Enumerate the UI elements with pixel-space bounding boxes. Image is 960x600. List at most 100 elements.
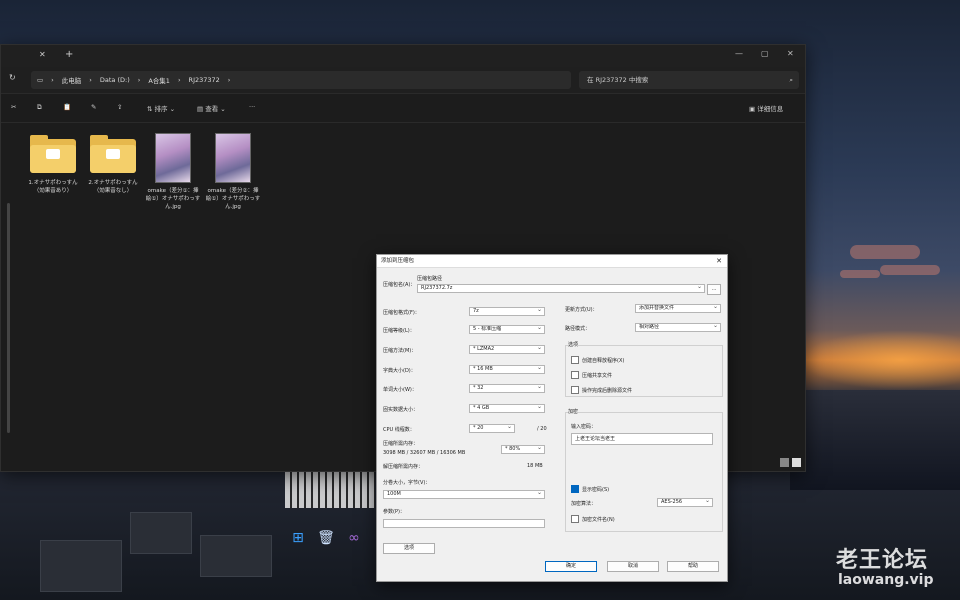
breadcrumb-this-pc[interactable]: 此电脑 [62,75,82,85]
path-select[interactable]: 相对路径 [635,323,721,332]
maximize-icon[interactable]: ▢ [761,49,769,58]
threads-label: CPU 线程数： [383,427,415,433]
method-select[interactable]: * LZMA2 [469,345,545,354]
cloud [880,265,940,275]
watermark-cn: 老王论坛 [836,548,929,573]
folder-item[interactable]: 2.オナサポわっすん（効果音なし） [85,131,141,195]
threads-select[interactable]: * 20 [469,424,515,433]
decomp-label: 解压缩所需内存： [383,464,424,470]
path-label: 路径模式： [565,326,591,332]
checkbox-box [571,386,579,394]
piano-keys-decoration [285,470,375,508]
close-window-icon[interactable]: ✕ [787,49,794,58]
image-item[interactable]: omake（差分②：挿絵①）オナサポわっすん.jpg [205,131,261,211]
item-name: omake（差分①：挿絵①）オナサポわっすん.jpg [145,188,201,210]
method-label: 压缩方法(M)： [383,348,417,354]
close-icon[interactable]: ✕ [716,255,722,267]
chevron-right-icon: › [177,76,181,84]
folder-icon [90,135,136,175]
solid-select[interactable]: * 4 GB [469,404,545,413]
folder-item[interactable]: 1.オナサポわっすん（効果音あり） [25,131,81,195]
help-button[interactable]: 帮助 [667,561,719,572]
solid-label: 固实数据大小： [383,407,419,413]
copy-icon[interactable]: ⧉ [37,103,42,112]
mem-percent-select[interactable]: * 80% [501,445,545,454]
sfx-checkbox[interactable]: 创建自释放程序(X) [571,356,624,364]
windows-start-icon[interactable]: ⊞ [288,528,308,548]
item-name: 1.オナサポわっすん（効果音あり） [28,180,78,194]
add-to-archive-dialog: 添加到压缩包 ✕ 压缩包名(A)： 压缩包路径 RJ237372.7z ... … [376,254,728,582]
refresh-icon[interactable]: ↻ [9,73,16,82]
address-row: ↻ ▭ › 此电脑 › Data (D:) › A合集1 › RJ237372 … [1,67,805,94]
params-input[interactable] [383,519,545,528]
options-button[interactable]: 选项 [383,543,435,554]
new-tab-icon[interactable]: + [65,49,73,60]
show-password-label: 显示密码(S) [582,486,610,493]
dialog-titlebar: 添加到压缩包 ✕ [377,255,727,268]
search-placeholder: 在 RJ237372 中搜索 [587,76,649,84]
level-select[interactable]: 5 - 标准压缩 [469,325,545,334]
split-select[interactable]: 100M [383,490,545,499]
browse-button[interactable]: ... [707,284,721,295]
password-input[interactable]: 上老王论坛当老王 [571,433,713,445]
word-label: 单词大小(W)： [383,387,417,393]
cancel-button[interactable]: 取消 [607,561,659,572]
scrollbar[interactable] [7,203,10,433]
mem-detail: 3098 MB / 32607 MB / 16306 MB [383,450,466,456]
share-icon[interactable]: ⇪ [117,103,122,111]
cut-icon[interactable]: ✂ [11,103,16,111]
tab-bar: ✕ + — ▢ ✕ [1,45,805,67]
show-password-checkbox[interactable]: 显示密码(S) [571,485,609,493]
chevron-right-icon: › [89,76,92,84]
mem-label: 压缩所需内存： [383,441,419,447]
visual-studio-icon[interactable]: ∞ [344,528,364,548]
encrypt-names-checkbox[interactable]: 加密文件名(N) [571,515,615,523]
large-icons-view-icon[interactable] [792,458,801,467]
chevron-right-icon: › [137,76,141,84]
sort-label: 排序 [154,105,168,113]
view-button[interactable]: ▤ 查看 ⌄ [197,103,226,113]
word-select[interactable]: * 32 [469,384,545,393]
shared-label: 压缩共享文件 [582,372,613,379]
dict-select[interactable]: * 16 MB [469,365,545,374]
item-name: omake（差分②：挿絵①）オナサポわっすん.jpg [205,188,261,210]
dict-label: 字典大小(D)： [383,368,416,374]
enc-method-label: 加密算法： [571,501,597,507]
format-select[interactable]: 7z [469,307,545,316]
options-group-label: 选项 [568,341,579,348]
paste-icon[interactable]: 📋 [63,103,71,111]
details-button[interactable]: ▣ 详细信息 [749,103,783,113]
shared-checkbox[interactable]: 压缩共享文件 [571,371,612,379]
chevron-right-icon: › [51,76,54,84]
watermark-url: laowang.vip [838,572,934,588]
close-tab-icon[interactable]: ✕ [39,50,46,59]
split-label: 分卷大小，字节(V)： [383,480,431,486]
view-toggle [780,458,801,467]
threads-max: / 20 [537,426,547,432]
image-item[interactable]: omake（差分①：挿絵①）オナサポわっすん.jpg [145,131,201,211]
enc-method-select[interactable]: AES-256 [657,498,713,507]
more-button[interactable]: ··· [249,103,255,111]
update-select[interactable]: 添加并替换文件 [635,304,721,313]
delete-label: 操作完成后删除源文件 [582,387,633,394]
params-label: 参数(P)： [383,509,405,515]
item-name: 2.オナサポわっすん（効果音なし） [88,180,138,194]
ok-button[interactable]: 确定 [545,561,597,572]
details-view-icon[interactable] [780,458,789,467]
delete-checkbox[interactable]: 操作完成后删除源文件 [571,386,632,394]
breadcrumb-folder1[interactable]: A合集1 [148,75,170,85]
search-box[interactable]: 在 RJ237372 中搜索 ⌕ [579,71,799,89]
cloud [840,270,880,278]
address-bar[interactable]: ▭ › 此电脑 › Data (D:) › A合集1 › RJ237372 › [31,71,571,89]
minimize-icon[interactable]: — [735,49,743,58]
sort-button[interactable]: ⇅ 排序 ⌄ [147,103,175,113]
archive-name-field[interactable]: RJ237372.7z [417,284,705,293]
cloud [850,245,920,259]
rock-block [40,540,122,592]
breadcrumb-folder2[interactable]: RJ237372 [189,76,220,84]
encrypt-names-label: 加密文件名(N) [582,516,615,523]
breadcrumb-drive[interactable]: Data (D:) [100,76,130,84]
rename-icon[interactable]: ✎ [91,103,96,111]
recycle-bin-icon[interactable]: 🗑 [316,528,336,548]
details-label: 详细信息 [757,105,784,113]
